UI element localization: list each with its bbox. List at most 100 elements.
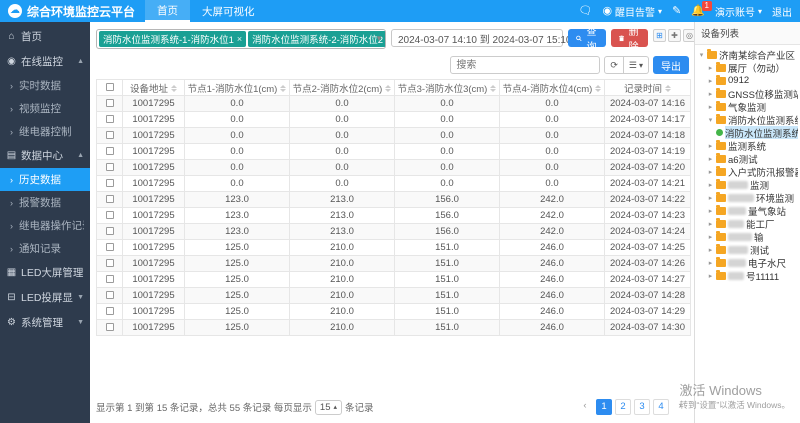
sidebar-item[interactable]: ›实时数据 <box>0 74 90 97</box>
alarm-menu[interactable]: ◉ 醒目告警 ▾ <box>602 4 662 19</box>
chevron-right-icon[interactable]: ▸ <box>707 168 714 176</box>
sidebar-item[interactable]: ›历史数据 <box>0 168 90 191</box>
column-header[interactable]: 设备地址 <box>123 80 185 96</box>
row-checkbox[interactable] <box>106 147 114 155</box>
chevron-down-icon[interactable]: ▾ <box>707 116 714 124</box>
chevron-right-icon[interactable]: ▸ <box>707 103 714 111</box>
sidebar-item[interactable]: ⌂首页 <box>0 24 90 49</box>
row-checkbox[interactable] <box>106 259 114 267</box>
tree-item[interactable]: ▸GNSS位移监测站 <box>697 87 798 100</box>
chevron-right-icon[interactable]: ▸ <box>707 194 714 202</box>
chevron-right-icon[interactable]: ▸ <box>707 272 714 280</box>
account-menu[interactable]: 演示账号 ▾ <box>715 4 762 19</box>
tree-item[interactable]: ▸测试 <box>697 243 798 256</box>
tree-item-label: 输 <box>754 230 764 243</box>
device-multiselect[interactable]: 消防水位监测系统-1-消防水位1×消防水位监测系统-2-消防水位2×消防水位监测… <box>96 29 386 49</box>
row-checkbox[interactable] <box>106 307 114 315</box>
sidebar-item[interactable]: ▤数据中心▲ <box>0 143 90 168</box>
page-button[interactable]: 3 <box>634 399 650 415</box>
tree-item[interactable]: ▸a6测试 <box>697 152 798 165</box>
column-header[interactable]: 节点1-消防水位1(cm) <box>185 80 290 96</box>
row-checkbox[interactable] <box>106 179 114 187</box>
chevron-right-icon[interactable]: ▸ <box>707 77 714 85</box>
top-nav-item[interactable]: 大屏可视化 <box>190 0 267 22</box>
column-header[interactable]: 节点3-消防水位3(cm) <box>395 80 500 96</box>
column-header[interactable]: 记录时间 <box>605 80 691 96</box>
chevron-right-icon[interactable]: ▸ <box>707 259 714 267</box>
refresh-icon[interactable]: ⟳ <box>604 56 624 74</box>
chevron-right-icon[interactable]: ▸ <box>707 64 714 72</box>
chevron-right-icon[interactable]: ▸ <box>707 246 714 254</box>
expand-tree-icon[interactable]: ⊞ <box>653 29 666 42</box>
tree-item[interactable]: ▸输 <box>697 230 798 243</box>
sidebar-item[interactable]: ›报警数据 <box>0 191 90 214</box>
page-size-select[interactable]: 15 ▴ <box>315 400 342 415</box>
chevron-right-icon[interactable]: ▸ <box>707 181 714 189</box>
shield-icon[interactable]: ◎ <box>683 29 694 42</box>
chevron-right-icon[interactable]: ▸ <box>707 155 714 163</box>
tree-item[interactable]: ▸气象监测 <box>697 100 798 113</box>
tree-item[interactable]: ▸监测系统 <box>697 139 798 152</box>
chevron-right-icon[interactable]: ▸ <box>707 90 714 98</box>
tree-item[interactable]: ▸展厅（勿动） <box>697 61 798 74</box>
tree-item[interactable]: ▸入户式防汛报警器 <box>697 165 798 178</box>
tree-item[interactable]: 消防水位监测系统 <box>697 126 798 139</box>
tree-item[interactable]: ▸监测 <box>697 178 798 191</box>
tree-item[interactable]: ▾济南某综合产业区 <box>697 48 798 61</box>
chevron-down-icon[interactable]: ▾ <box>698 51 705 59</box>
search-input[interactable] <box>450 56 600 74</box>
row-checkbox[interactable] <box>106 227 114 235</box>
top-nav-item[interactable]: 首页 <box>145 0 190 22</box>
chevron-right-icon[interactable]: ▸ <box>707 233 714 241</box>
sidebar-item[interactable]: ⚙系统管理▼ <box>0 310 90 335</box>
edit-icon[interactable]: ✎ <box>672 6 681 17</box>
message-icon[interactable]: 🗨 <box>578 6 592 17</box>
page-button[interactable]: 1 <box>596 399 612 415</box>
page-button[interactable]: 4 <box>653 399 669 415</box>
close-icon[interactable]: × <box>237 34 242 44</box>
export-button[interactable]: 导出 <box>653 56 689 74</box>
column-header[interactable]: 节点2-消防水位2(cm) <box>290 80 395 96</box>
plus-icon[interactable]: ✚ <box>668 29 681 42</box>
column-header[interactable]: 节点4-消防水位4(cm) <box>500 80 605 96</box>
chevron-right-icon[interactable]: ▸ <box>707 220 714 228</box>
chevron-right-icon[interactable]: ▸ <box>707 142 714 150</box>
row-checkbox[interactable] <box>106 211 114 219</box>
notifications-button[interactable]: 🔔 1 <box>691 6 705 17</box>
sidebar-item[interactable]: ▦LED大屏管理 <box>0 260 90 285</box>
tree-item[interactable]: ▸能工厂 <box>697 217 798 230</box>
tree-item[interactable]: ▸量气象站 <box>697 204 798 217</box>
filter-tag[interactable]: 消防水位监测系统-1-消防水位1× <box>99 31 246 47</box>
tree-item[interactable]: ▸环境监测 <box>697 191 798 204</box>
sidebar-item[interactable]: ◉在线监控▲ <box>0 49 90 74</box>
row-checkbox[interactable] <box>106 291 114 299</box>
tree-item[interactable]: ▸电子水尺 <box>697 256 798 269</box>
row-checkbox[interactable] <box>106 99 114 107</box>
date-range-input[interactable]: 2024-03-07 14:10 到 2024-03-07 15:10 <box>391 29 563 47</box>
row-checkbox[interactable] <box>106 323 114 331</box>
row-checkbox[interactable] <box>106 275 114 283</box>
filter-tag[interactable]: 消防水位监测系统-2-消防水位2× <box>248 31 386 47</box>
sidebar-item[interactable]: ›通知记录 <box>0 237 90 260</box>
sidebar-item[interactable]: ›继电器操作记录 <box>0 214 90 237</box>
row-checkbox[interactable] <box>106 131 114 139</box>
columns-icon[interactable]: ☰ ▾ <box>624 56 649 74</box>
row-checkbox[interactable] <box>106 195 114 203</box>
chevron-right-icon[interactable]: ▸ <box>707 207 714 215</box>
delete-button[interactable]: 删除 <box>611 29 648 47</box>
row-checkbox[interactable] <box>106 115 114 123</box>
select-all-checkbox[interactable] <box>106 83 114 91</box>
query-button[interactable]: 查询 <box>568 29 606 47</box>
next-page-button[interactable]: › <box>672 399 688 415</box>
sidebar-item[interactable]: ›视频监控 <box>0 97 90 120</box>
logout-link[interactable]: 退出 <box>772 4 792 19</box>
tree-item[interactable]: ▸号11111 <box>697 269 798 282</box>
sidebar-item[interactable]: ⊟LED投屏显示▼ <box>0 285 90 310</box>
row-checkbox[interactable] <box>106 243 114 251</box>
tree-item[interactable]: ▾消防水位监测系统 <box>697 113 798 126</box>
sidebar-item[interactable]: ›继电器控制 <box>0 120 90 143</box>
tree-item[interactable]: ▸0912 <box>697 74 798 87</box>
prev-page-button[interactable]: ‹ <box>577 399 593 415</box>
page-button[interactable]: 2 <box>615 399 631 415</box>
row-checkbox[interactable] <box>106 163 114 171</box>
